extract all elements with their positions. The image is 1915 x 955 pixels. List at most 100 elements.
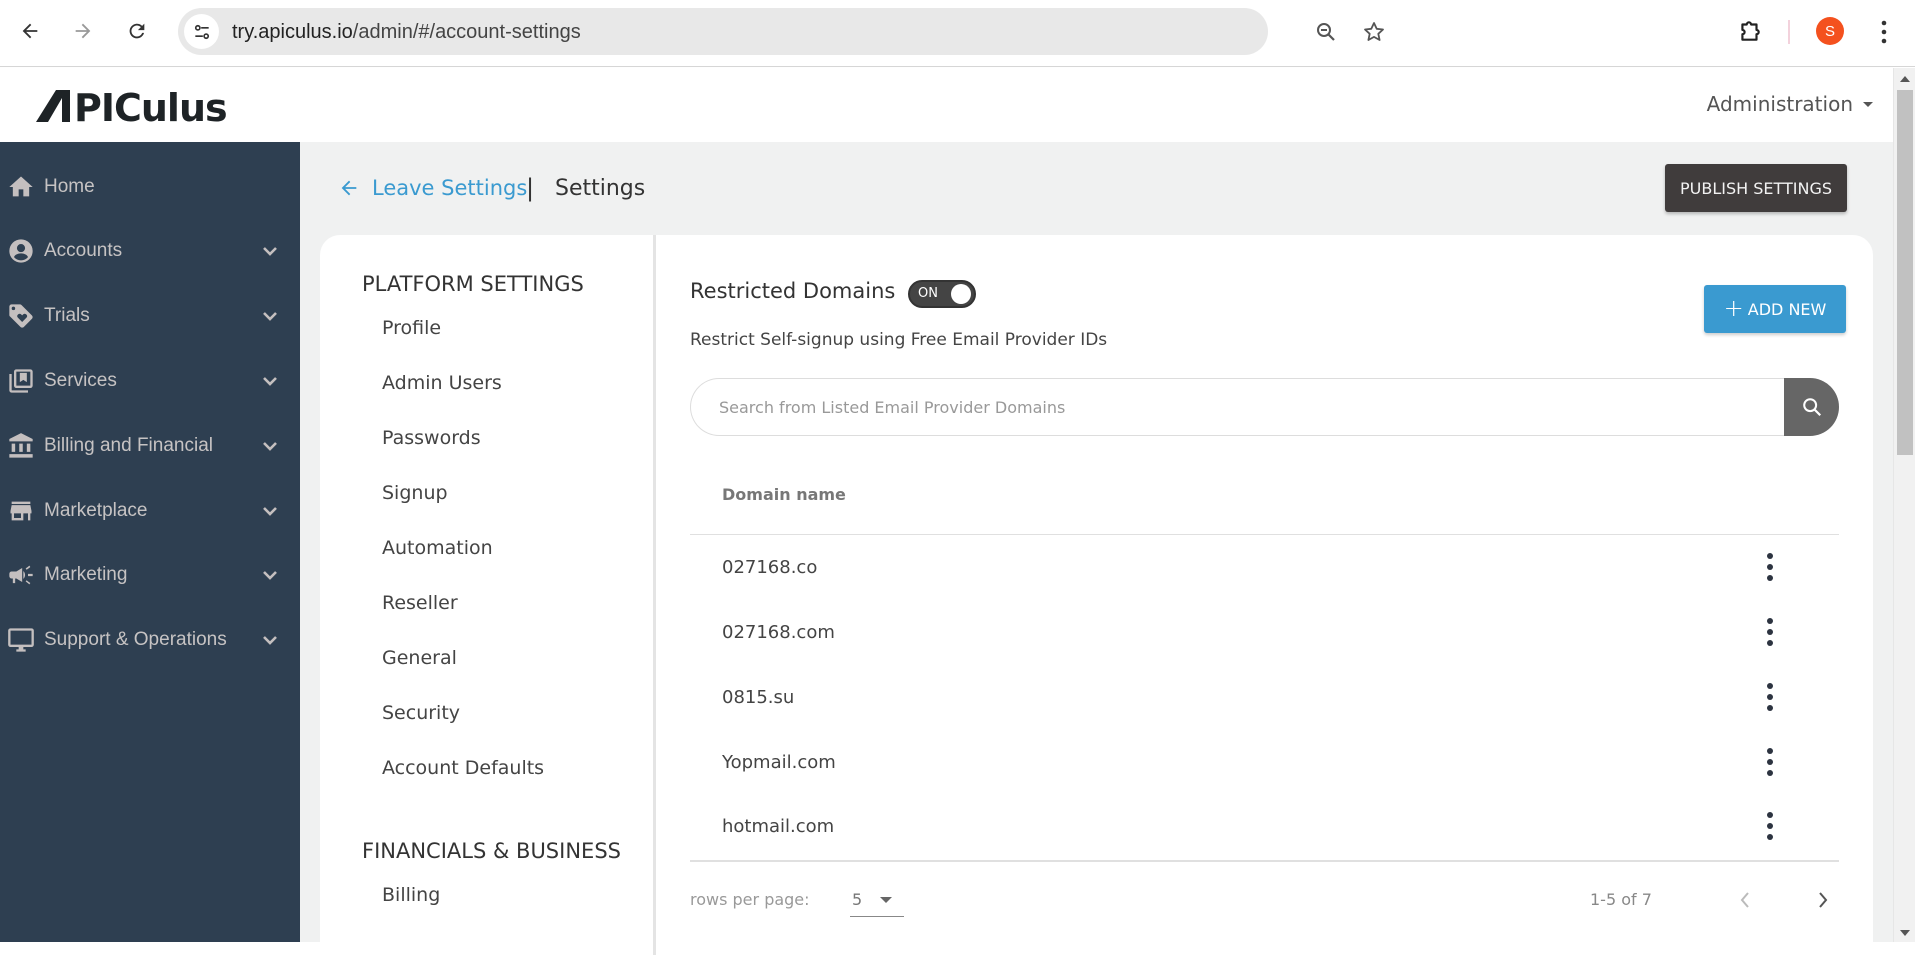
back-button[interactable] xyxy=(13,14,47,48)
browser-toolbar: try.apiculus.io/admin/#/account-settings… xyxy=(0,0,1915,67)
caret-down-icon xyxy=(880,897,892,903)
app-header: PICulus Administration xyxy=(0,68,1893,142)
storefront-icon xyxy=(6,496,36,526)
pagination-range: 1-5 of 7 xyxy=(1590,890,1652,909)
footer-divider xyxy=(690,860,1839,862)
search-button[interactable] xyxy=(1784,378,1839,436)
row-more-options-icon[interactable] xyxy=(1760,616,1780,648)
site-info-button[interactable] xyxy=(184,14,219,49)
settings-nav-security[interactable]: Security xyxy=(382,702,460,724)
leave-settings-link[interactable]: Leave Settings xyxy=(338,176,527,200)
chevron-right-icon xyxy=(1819,892,1828,908)
sidebar-item-label: Services xyxy=(44,370,117,391)
row-more-options-icon[interactable] xyxy=(1760,810,1780,842)
settings-nav-profile[interactable]: Profile xyxy=(382,317,441,339)
apiculus-logo[interactable]: PICulus xyxy=(36,84,232,138)
sidebar-item-marketing[interactable]: Marketing xyxy=(0,550,300,600)
toggle-state-label: ON xyxy=(918,286,938,301)
url-text: try.apiculus.io/admin/#/account-settings xyxy=(232,21,581,44)
column-header-domain-name[interactable]: Domain name xyxy=(722,485,846,504)
table-row: hotmail.com xyxy=(690,796,1839,860)
domain-name-cell: hotmail.com xyxy=(722,816,835,837)
home-icon xyxy=(6,172,36,202)
chevron-down-icon xyxy=(263,442,277,451)
logo-wordmark: PICulus xyxy=(36,86,228,130)
settings-card: PLATFORM SETTINGS Profile Admin Users Pa… xyxy=(320,235,1873,955)
restricted-domains-toggle[interactable]: ON xyxy=(908,280,976,308)
reload-button[interactable] xyxy=(120,14,154,48)
bookmark-star-icon[interactable] xyxy=(1362,20,1386,44)
table-row: 027168.com xyxy=(690,602,1839,666)
sidebar-item-label: Accounts xyxy=(44,240,123,261)
url-host: try.apiculus.io xyxy=(232,21,353,43)
settings-section-heading: FINANCIALS & BUSINESS xyxy=(362,839,621,863)
sidebar-item-label: Trials xyxy=(44,305,90,326)
tune-icon xyxy=(194,24,209,39)
forward-button[interactable] xyxy=(66,14,100,48)
chevron-down-icon xyxy=(263,571,277,580)
main-content: Leave Settings | Settings PUBLISH SETTIN… xyxy=(300,142,1893,955)
rows-per-page-value: 5 xyxy=(852,890,863,909)
arrow-left-icon xyxy=(22,23,38,39)
svg-text:PICulus: PICulus xyxy=(74,86,227,128)
bank-icon xyxy=(6,431,36,461)
scroll-down-icon[interactable] xyxy=(1900,930,1910,936)
sidebar-item-trials[interactable]: Trials xyxy=(0,291,300,341)
sidebar-item-marketplace[interactable]: Marketplace xyxy=(0,486,300,536)
sidebar-item-services[interactable]: Services xyxy=(0,356,300,406)
caret-down-icon xyxy=(1863,101,1873,107)
settings-nav-automation[interactable]: Automation xyxy=(382,537,493,559)
domain-name-cell: 027168.com xyxy=(722,622,835,643)
sidebar-item-label: Billing and Financial xyxy=(44,435,213,456)
zoom-out-icon[interactable] xyxy=(1314,20,1338,44)
domain-name-cell: 0815.su xyxy=(722,687,795,708)
extensions-puzzle-icon[interactable] xyxy=(1737,18,1763,44)
arrow-back-icon xyxy=(341,180,357,196)
previous-page-button[interactable] xyxy=(1730,883,1760,917)
publish-settings-button[interactable]: PUBLISH SETTINGS xyxy=(1665,164,1847,212)
toggle-knob xyxy=(951,284,971,304)
sidebar-item-home[interactable]: Home xyxy=(0,162,300,212)
url-path: /admin/#/account-settings xyxy=(352,21,581,43)
header-divider xyxy=(690,534,1839,535)
row-more-options-icon[interactable] xyxy=(1760,681,1780,713)
restricted-domains-description: Restrict Self-signup using Free Email Pr… xyxy=(690,330,1108,350)
settings-nav-reseller[interactable]: Reseller xyxy=(382,592,458,614)
settings-nav-general[interactable]: General xyxy=(382,647,457,669)
chevron-down-icon xyxy=(263,312,277,321)
scroll-up-icon[interactable] xyxy=(1900,76,1910,82)
sidebar-item-support-operations[interactable]: Support & Operations xyxy=(0,615,300,665)
sidebar-item-billing-and-financial[interactable]: Billing and Financial xyxy=(0,421,300,471)
settings-section-heading: PLATFORM SETTINGS xyxy=(362,272,584,296)
breadcrumb-separator: | xyxy=(526,174,535,202)
scrollbar-thumb[interactable] xyxy=(1897,90,1913,455)
chevron-left-icon xyxy=(1740,892,1749,908)
settings-nav-admin-users[interactable]: Admin Users xyxy=(382,372,502,394)
administration-dropdown[interactable]: Administration xyxy=(1707,92,1873,116)
browser-menu-icon[interactable] xyxy=(1876,18,1892,46)
next-page-button[interactable] xyxy=(1808,883,1838,917)
row-more-options-icon[interactable] xyxy=(1760,746,1780,778)
restricted-domains-title: Restricted Domains xyxy=(690,279,896,303)
row-more-options-icon[interactable] xyxy=(1760,551,1780,583)
domain-search-input[interactable] xyxy=(690,378,1784,436)
domain-search xyxy=(690,378,1839,436)
megaphone-icon xyxy=(6,560,36,590)
settings-nav-billing[interactable]: Billing xyxy=(382,884,440,906)
settings-nav-signup[interactable]: Signup xyxy=(382,482,448,504)
sidebar-item-accounts[interactable]: Accounts xyxy=(0,226,300,276)
settings-nav-account-defaults[interactable]: Account Defaults xyxy=(382,757,544,779)
address-bar[interactable]: try.apiculus.io/admin/#/account-settings xyxy=(178,8,1384,55)
domain-name-cell: 027168.co xyxy=(722,557,818,578)
rows-per-page-select[interactable]: 5 xyxy=(850,885,904,917)
arrow-right-icon xyxy=(75,23,91,39)
monitor-icon xyxy=(6,625,36,655)
breadcrumb-current: Settings xyxy=(555,176,646,201)
library-bookmark-icon xyxy=(6,366,36,396)
profile-avatar[interactable]: S xyxy=(1816,17,1844,45)
add-new-button[interactable]: + ADD NEW xyxy=(1704,285,1846,333)
settings-nav-passwords[interactable]: Passwords xyxy=(382,427,481,449)
chevron-down-icon xyxy=(263,247,277,256)
page-scrollbar[interactable] xyxy=(1893,68,1915,942)
leave-settings-label: Leave Settings xyxy=(372,176,528,200)
